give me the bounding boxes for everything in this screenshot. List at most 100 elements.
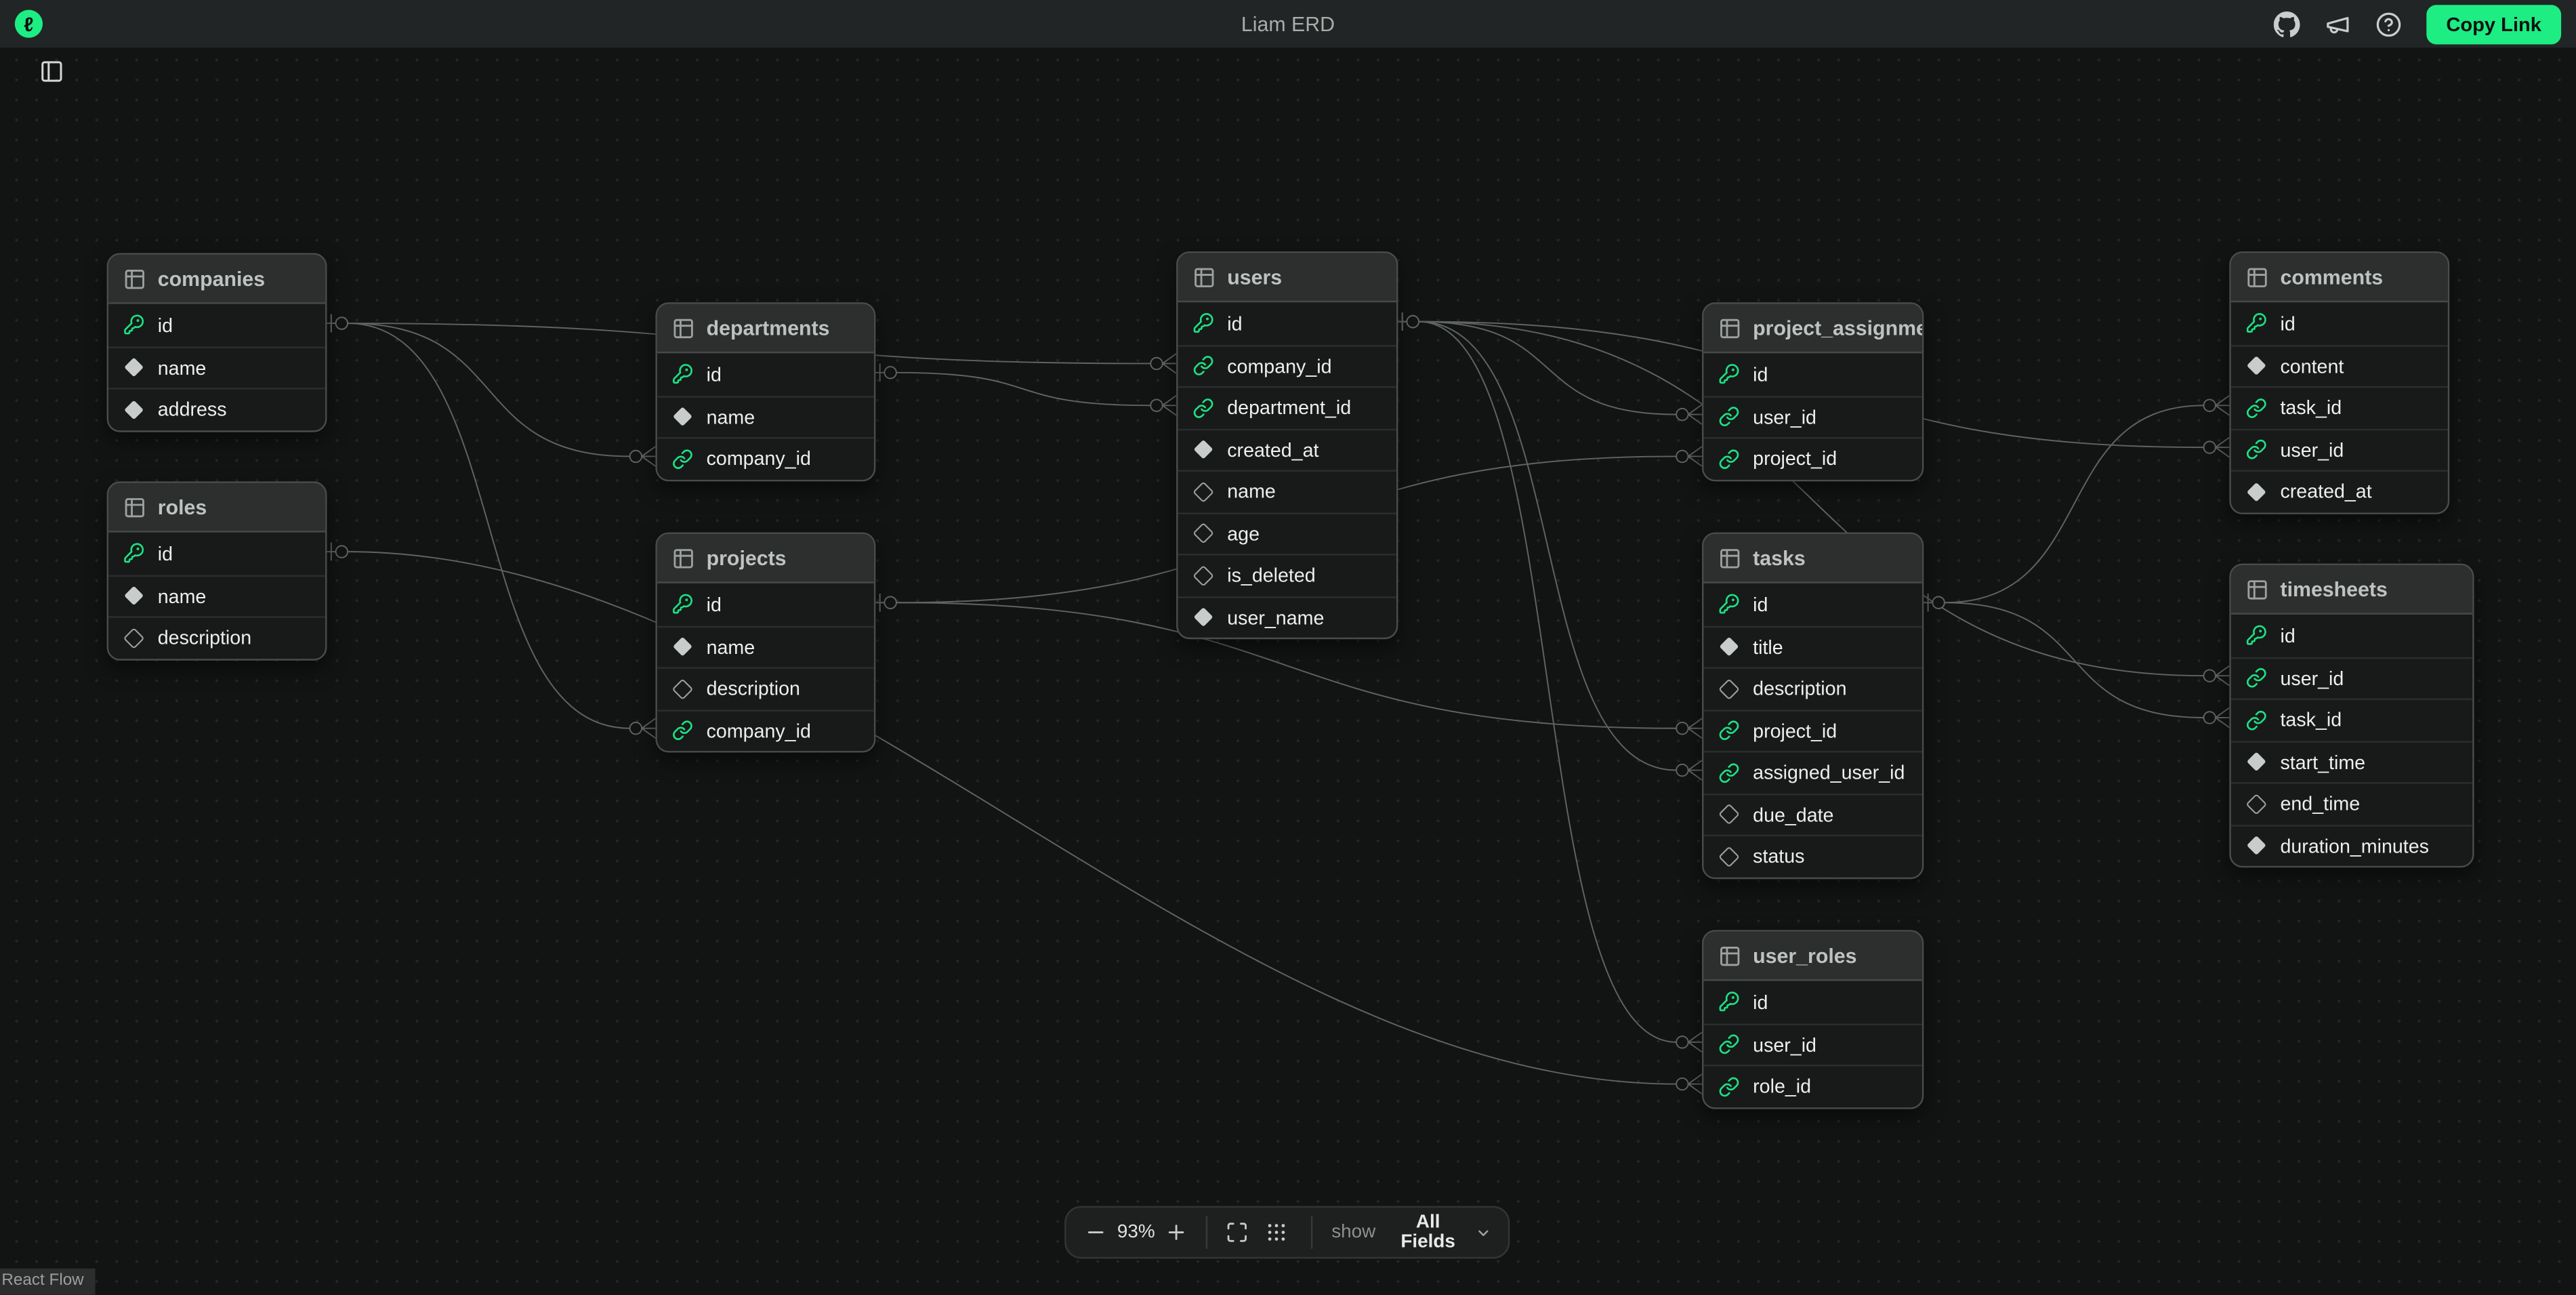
nullable-diamond-icon xyxy=(1192,564,1214,586)
github-button[interactable] xyxy=(2274,10,2302,38)
table-comments[interactable]: comments id content task_id user_idcreated_a… xyxy=(2229,251,2449,514)
column-users-is_deleted[interactable]: is_deleted xyxy=(1178,554,1396,596)
column-projects-id[interactable]: id xyxy=(657,583,874,625)
column-name: name xyxy=(707,636,755,659)
sidebar-toggle-button[interactable] xyxy=(36,59,66,89)
zoom-out-button[interactable] xyxy=(1083,1218,1109,1248)
table-header-comments[interactable]: comments xyxy=(2231,253,2448,302)
show-mode-value: All Fields xyxy=(1390,1212,1466,1252)
column-timesheets-task_id[interactable]: task_id xyxy=(2231,698,2472,740)
column-comments-user_id[interactable]: user_id xyxy=(2231,428,2448,470)
table-icon xyxy=(2246,577,2269,600)
column-tasks-assigned_user_id[interactable]: assigned_user_id xyxy=(1703,751,1921,793)
column-users-name[interactable]: name xyxy=(1178,470,1396,512)
column-name: task_id xyxy=(2280,396,2342,419)
not-null-diamond-icon xyxy=(123,399,145,421)
column-project_assignments-id[interactable]: id xyxy=(1703,353,1921,395)
foreign-key-icon xyxy=(1718,407,1740,428)
column-name: status xyxy=(1753,845,1804,868)
table-header-timesheets[interactable]: timesheets xyxy=(2231,565,2472,615)
column-tasks-due_date[interactable]: due_date xyxy=(1703,793,1921,835)
column-project_assignments-project_id[interactable]: project_id xyxy=(1703,437,1921,479)
table-header-projects[interactable]: projects xyxy=(657,534,874,583)
column-name: description xyxy=(707,678,800,701)
show-mode-dropdown[interactable]: All Fields xyxy=(1390,1212,1491,1252)
column-comments-created_at[interactable]: created_at xyxy=(2231,470,2448,512)
column-timesheets-start_time[interactable]: start_time xyxy=(2231,740,2472,782)
table-header-companies[interactable]: companies xyxy=(108,255,325,304)
announcements-button[interactable] xyxy=(2325,10,2352,38)
not-null-diamond-icon xyxy=(672,407,694,428)
github-icon xyxy=(2274,11,2301,37)
table-header-tasks[interactable]: tasks xyxy=(1703,534,1921,583)
table-project_assignments[interactable]: project_assignme...iduser_id project_id xyxy=(1702,302,1924,480)
help-button[interactable] xyxy=(2375,10,2403,38)
table-title: user_roles xyxy=(1753,944,1856,967)
column-companies-address[interactable]: address xyxy=(108,388,325,430)
column-tasks-title[interactable]: title xyxy=(1703,625,1921,667)
column-timesheets-duration_minutes[interactable]: duration_minutes xyxy=(2231,824,2472,866)
column-companies-name[interactable]: name xyxy=(108,346,325,388)
column-roles-id[interactable]: id xyxy=(108,533,325,575)
column-user_roles-role_id[interactable]: role_id xyxy=(1703,1065,1921,1107)
table-timesheets[interactable]: timesheetsiduser_idtask_idstart_timeend_… xyxy=(2229,564,2474,868)
column-tasks-status[interactable]: status xyxy=(1703,835,1921,877)
column-tasks-project_id[interactable]: project_id xyxy=(1703,709,1921,751)
table-header-roles[interactable]: roles xyxy=(108,483,325,533)
column-users-user_name[interactable]: user_name xyxy=(1178,596,1396,638)
column-project_assignments-user_id[interactable]: user_id xyxy=(1703,395,1921,437)
primary-key-icon xyxy=(672,363,694,385)
column-users-company_id[interactable]: company_id xyxy=(1178,344,1396,386)
table-header-project_assignments[interactable]: project_assignme... xyxy=(1703,304,1921,354)
zoom-in-button[interactable] xyxy=(1163,1218,1189,1248)
column-users-id[interactable]: id xyxy=(1178,302,1396,344)
column-companies-id[interactable]: id xyxy=(108,304,325,346)
primary-key-icon xyxy=(123,543,145,564)
column-timesheets-user_id[interactable]: user_id xyxy=(2231,657,2472,699)
column-departments-id[interactable]: id xyxy=(657,353,874,395)
column-projects-company_id[interactable]: company_id xyxy=(657,709,874,751)
column-departments-company_id[interactable]: company_id xyxy=(657,437,874,479)
table-header-user_roles[interactable]: user_roles xyxy=(1703,932,1921,981)
column-timesheets-end_time[interactable]: end_time xyxy=(2231,782,2472,824)
column-timesheets-id[interactable]: id xyxy=(2231,615,2472,657)
foreign-key-icon xyxy=(2246,710,2268,731)
tidy-up-button[interactable] xyxy=(1264,1218,1290,1248)
copy-link-button[interactable]: Copy Link xyxy=(2426,4,2561,43)
table-user_roles[interactable]: user_rolesiduser_idrole_id xyxy=(1702,930,1924,1108)
column-user_roles-id[interactable]: id xyxy=(1703,981,1921,1023)
column-name: project_id xyxy=(1753,447,1837,470)
column-comments-task_id[interactable]: task_id xyxy=(2231,386,2448,428)
table-departments[interactable]: departmentsidnamecompany_id xyxy=(655,302,875,480)
column-name: id xyxy=(2280,312,2295,335)
column-roles-name[interactable]: name xyxy=(108,574,325,616)
react-flow-attribution[interactable]: React Flow xyxy=(0,1269,96,1295)
tidy-up-icon xyxy=(1266,1221,1289,1244)
column-user_roles-user_id[interactable]: user_id xyxy=(1703,1023,1921,1065)
column-users-age[interactable]: age xyxy=(1178,512,1396,554)
table-users[interactable]: usersidcompany_iddepartment_idcreated_at… xyxy=(1176,251,1398,639)
column-projects-description[interactable]: description xyxy=(657,667,874,709)
column-name: company_id xyxy=(707,719,811,742)
column-users-created_at[interactable]: created_at xyxy=(1178,428,1396,470)
column-departments-name[interactable]: name xyxy=(657,395,874,437)
erd-canvas[interactable]: companiesidnameaddressrolesidnamedescrip… xyxy=(0,0,2576,1295)
fit-view-button[interactable] xyxy=(1224,1218,1250,1248)
column-comments-content[interactable]: content xyxy=(2231,344,2448,386)
not-null-diamond-icon xyxy=(2246,355,2268,377)
table-tasks[interactable]: tasksidtitledescriptionproject_idassigne… xyxy=(1702,533,1924,878)
table-companies[interactable]: companiesidnameaddress xyxy=(107,253,327,431)
table-projects[interactable]: projectsid name description company_id xyxy=(655,533,875,753)
column-comments-id[interactable]: id xyxy=(2231,302,2448,344)
column-projects-name[interactable]: name xyxy=(657,625,874,667)
column-users-department_id[interactable]: department_id xyxy=(1178,386,1396,428)
table-header-departments[interactable]: departments xyxy=(657,304,874,354)
column-tasks-id[interactable]: id xyxy=(1703,583,1921,625)
foreign-key-icon xyxy=(1192,355,1214,377)
column-name: is_deleted xyxy=(1227,564,1315,587)
table-header-users[interactable]: users xyxy=(1178,253,1396,302)
column-tasks-description[interactable]: description xyxy=(1703,667,1921,709)
table-roles[interactable]: rolesidnamedescription xyxy=(107,481,327,659)
column-roles-description[interactable]: description xyxy=(108,616,325,658)
not-null-diamond-icon xyxy=(123,357,145,379)
